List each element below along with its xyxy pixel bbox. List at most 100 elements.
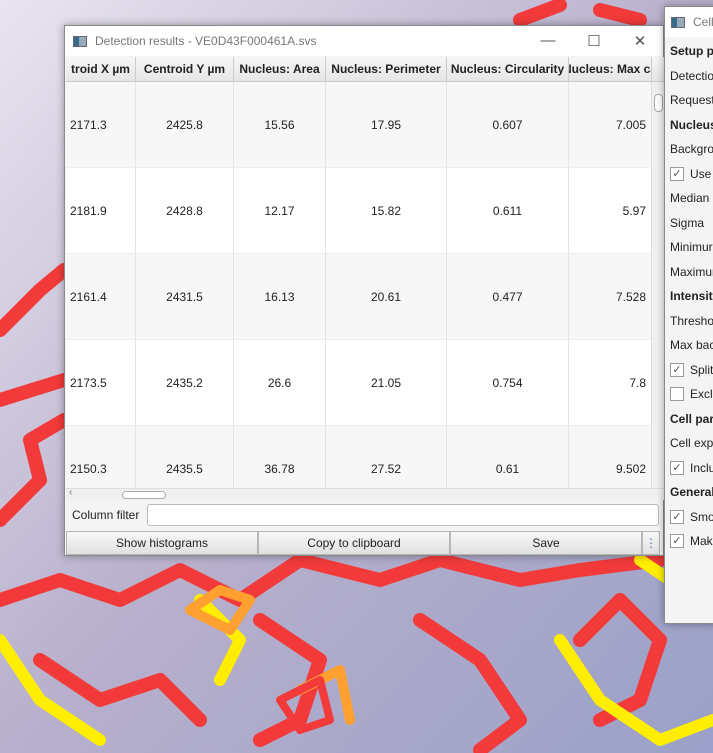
checkbox[interactable]: ✓	[670, 362, 684, 377]
table-cell: 7.528	[569, 254, 652, 339]
save-button[interactable]: Save	[450, 531, 642, 555]
checkbox[interactable]: ✓	[670, 166, 684, 181]
table-cell: 21.05	[326, 340, 447, 425]
section-heading: Nucleus	[665, 113, 713, 138]
column-filter-label: Column filter	[72, 508, 140, 522]
panel-item-label: Cell par	[670, 411, 713, 426]
table-cell: 2428.8	[136, 168, 234, 253]
panel-item-label: Smo	[690, 509, 713, 524]
panel-item: Thresho	[665, 309, 713, 334]
minimize-button[interactable]: —	[525, 32, 571, 50]
panel-item: Median	[665, 186, 713, 211]
panel-item[interactable]: ✓ Use	[665, 162, 713, 187]
maximize-button[interactable]: ☐	[571, 32, 617, 50]
table-cell: 2181.9	[66, 168, 136, 253]
panel-item-label: Split	[690, 362, 713, 377]
table-cell: 20.61	[326, 254, 447, 339]
section-heading: General	[665, 480, 713, 505]
table-cell: 26.6	[234, 340, 326, 425]
copy-to-clipboard-button[interactable]: Copy to clipboard	[258, 531, 450, 555]
panel-item-label: Intensity	[670, 289, 713, 304]
checkbox[interactable]: ✓	[670, 534, 684, 549]
panel-item: Detectio	[665, 64, 713, 89]
table-cell: 5.97	[569, 168, 652, 253]
checkbox[interactable]: ✓	[670, 509, 684, 524]
more-options-button[interactable]: ⋮	[642, 531, 660, 555]
title-bar[interactable]: Detection results - VE0D43F000461A.svs —…	[65, 26, 663, 56]
panel-item[interactable]: ✓ Split	[665, 358, 713, 383]
close-button[interactable]: ✕	[617, 32, 663, 50]
panel-item: Requeste	[665, 88, 713, 113]
window-title: Detection results - VE0D43F000461A.svs	[95, 34, 317, 48]
column-header[interactable]: Centroid Y µm	[136, 57, 234, 81]
table-row[interactable]: 2161.4 2431.5 16.13 20.61 0.477 7.528	[66, 254, 664, 340]
panel-item: Cell expa	[665, 431, 713, 456]
table-row[interactable]: 2171.3 2425.8 15.56 17.95 0.607 7.005	[66, 82, 664, 168]
panel-title: Cell	[693, 15, 713, 29]
panel-item: Sigma	[665, 211, 713, 236]
checkbox[interactable]	[670, 387, 684, 402]
checkbox[interactable]: ✓	[670, 460, 684, 475]
panel-title-bar[interactable]: Cell	[665, 7, 713, 37]
section-heading: Intensity	[665, 284, 713, 309]
panel-item-label: Backgrou	[670, 142, 713, 157]
table-cell: 15.56	[234, 82, 326, 167]
vertical-scrollbar[interactable]	[651, 82, 664, 488]
panel-item-label: Use	[690, 166, 712, 181]
table-cell: 2161.4	[66, 254, 136, 339]
column-filter-input[interactable]	[147, 504, 660, 526]
table-row[interactable]: 2150.3 2435.5 36.78 27.52 0.61 9.502	[66, 426, 664, 488]
panel-item[interactable]: ✓ Mak	[665, 529, 713, 554]
table-row[interactable]: 2173.5 2435.2 26.6 21.05 0.754 7.8	[66, 340, 664, 426]
table-cell: 2431.5	[136, 254, 234, 339]
table-row[interactable]: 2181.9 2428.8 12.17 15.82 0.611 5.97	[66, 168, 664, 254]
table-cell: 0.611	[447, 168, 569, 253]
app-icon	[73, 35, 87, 47]
panel-item[interactable]: ✓ Smo	[665, 505, 713, 530]
scroll-thumb[interactable]	[122, 491, 166, 499]
table-cell: 2425.8	[136, 82, 234, 167]
panel-item-label: Nucleus	[670, 117, 713, 132]
table-cell: 27.52	[326, 426, 447, 488]
scroll-thumb[interactable]	[654, 94, 663, 112]
column-header[interactable]: Nucleus: Max ca	[569, 57, 652, 81]
panel-item: Minimur	[665, 235, 713, 260]
column-header[interactable]: troid X µm	[66, 57, 136, 81]
results-table: troid X µm Centroid Y µm Nucleus: Area Nucl…	[66, 57, 664, 488]
table-cell: 2150.3	[66, 426, 136, 488]
table-cell: 12.17	[234, 168, 326, 253]
column-header[interactable]: Nucleus: Circularity	[447, 57, 569, 81]
horizontal-scrollbar[interactable]: ‹	[66, 487, 664, 500]
table-cell: 16.13	[234, 254, 326, 339]
panel-item-label: Mak	[690, 534, 713, 549]
panel-item[interactable]: Exclu	[665, 382, 713, 407]
table-cell: 36.78	[234, 426, 326, 488]
panel-item-label: Inclu	[690, 460, 713, 475]
detection-results-window: Detection results - VE0D43F000461A.svs —…	[64, 25, 664, 556]
section-heading: Setup p	[665, 39, 713, 64]
table-cell: 2435.2	[136, 340, 234, 425]
panel-item-label: Max bac	[670, 338, 713, 353]
table-cell: 7.8	[569, 340, 652, 425]
column-header[interactable]: Nucleus: Area	[234, 57, 326, 81]
table-header: troid X µm Centroid Y µm Nucleus: Area Nucl…	[66, 57, 664, 82]
show-histograms-button[interactable]: Show histograms	[66, 531, 258, 555]
app-icon	[671, 16, 685, 28]
panel-item-label: Setup p	[670, 44, 713, 59]
panel-item: Backgrou	[665, 137, 713, 162]
panel-item-label: Exclu	[690, 387, 713, 402]
section-heading: Cell par	[665, 407, 713, 432]
scroll-left-icon[interactable]: ‹	[69, 487, 72, 498]
panel-item-label: Minimur	[670, 240, 713, 255]
cell-detection-panel: Cell Setup p Detectio Requeste Nucleus Backg…	[664, 6, 713, 624]
panel-item-label: General	[670, 485, 713, 500]
panel-item[interactable]: ✓ Inclu	[665, 456, 713, 481]
panel-item: Max bac	[665, 333, 713, 358]
panel-item-label: Cell expa	[670, 436, 713, 451]
panel-item-label: Maximur	[670, 264, 713, 279]
column-header[interactable]: Nucleus: Perimeter	[326, 57, 447, 81]
table-cell: 2435.5	[136, 426, 234, 488]
table-cell: 0.754	[447, 340, 569, 425]
table-cell: 15.82	[326, 168, 447, 253]
table-cell: 0.61	[447, 426, 569, 488]
